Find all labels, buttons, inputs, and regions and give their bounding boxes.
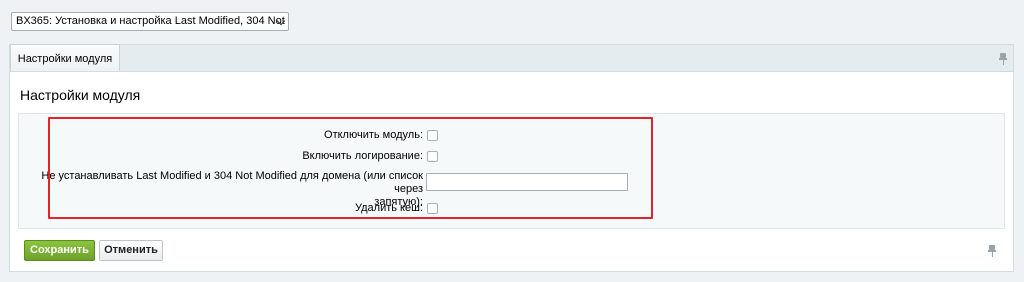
- tab-module-settings[interactable]: Настройки модуля: [10, 44, 120, 72]
- page-title: Настройки модуля: [20, 87, 141, 103]
- module-select-value: BX365: Установка и настройка Last Modifi…: [16, 15, 288, 27]
- module-select[interactable]: BX365: Установка и настройка Last Modifi…: [11, 12, 289, 31]
- tab-label: Настройки модуля: [17, 53, 113, 65]
- highlight-box: [48, 117, 653, 219]
- save-button[interactable]: Сохранить: [24, 240, 95, 261]
- tabs-bar: Настройки модуля: [9, 44, 1014, 72]
- cancel-button[interactable]: Отменить: [99, 240, 163, 261]
- pin-icon[interactable]: [999, 53, 1007, 65]
- pin-icon[interactable]: [988, 245, 996, 257]
